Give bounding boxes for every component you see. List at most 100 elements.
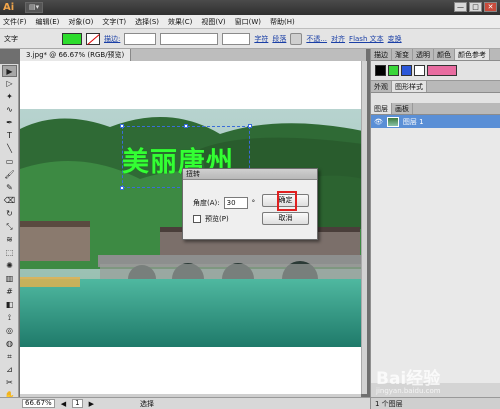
gradient-tool-icon[interactable]: ◧ — [2, 299, 17, 311]
degree-unit: ° — [251, 199, 256, 207]
stroke-link[interactable]: 描边: — [104, 34, 120, 44]
scissors-tool-icon[interactable]: ✂ — [2, 377, 17, 389]
menu-effect[interactable]: 效果(C) — [168, 17, 192, 27]
swatch-chip[interactable] — [375, 65, 386, 76]
eye-icon[interactable]: 👁 — [374, 118, 383, 126]
menu-help[interactable]: 帮助(H) — [270, 17, 295, 27]
lasso-tool-icon[interactable]: ∿ — [2, 104, 17, 116]
layer-row[interactable]: 👁 图层 1 — [371, 115, 500, 128]
layer-thumbnail — [386, 116, 399, 127]
pencil-tool-icon[interactable]: ✎ — [2, 182, 17, 194]
baidu-watermark: Bai经验 jingyan.baidu.com — [376, 364, 441, 395]
maximize-icon[interactable]: □ — [469, 2, 482, 12]
stroke-swatch[interactable] — [86, 32, 100, 45]
live-paint-tool-icon[interactable]: ◍ — [2, 338, 17, 350]
rectangle-tool-icon[interactable]: ▭ — [2, 156, 17, 168]
line-tool-icon[interactable]: ╲ — [2, 143, 17, 155]
title-bar: Ai ▤▾ — □ ✕ — [0, 0, 500, 15]
character-link[interactable]: 字符 — [254, 34, 268, 44]
selection-handle[interactable] — [120, 124, 124, 128]
direct-selection-tool-icon[interactable]: ▷ — [2, 78, 17, 90]
slice-tool-icon[interactable]: ⊿ — [2, 364, 17, 376]
control-label: 文字 — [4, 34, 18, 43]
swatch-chip[interactable] — [414, 65, 425, 76]
font-dropdown[interactable] — [160, 32, 219, 45]
close-icon[interactable]: ✕ — [484, 2, 497, 12]
warp-tool-icon[interactable]: ≋ — [2, 234, 17, 246]
opacity-link[interactable]: 不透... — [306, 34, 327, 44]
menu-type[interactable]: 文字(T) — [102, 17, 126, 27]
next-artboard-icon[interactable]: ▶ — [89, 400, 94, 408]
selection-tool-icon[interactable]: ▶ — [2, 65, 17, 77]
pen-tool-icon[interactable]: ✒ — [2, 117, 17, 129]
blend-tool-icon[interactable]: ◎ — [2, 325, 17, 337]
mesh-tool-icon[interactable]: # — [2, 286, 17, 298]
selection-handle[interactable] — [184, 124, 188, 128]
font-style-dropdown[interactable] — [222, 32, 251, 45]
align-link[interactable]: 对齐 — [331, 34, 345, 44]
current-tool-status: 选择 — [139, 399, 154, 408]
tab-color-guide[interactable]: 颜色参考 — [455, 49, 490, 60]
swatch-chip[interactable] — [401, 65, 412, 76]
tab-color[interactable]: 颜色 — [434, 49, 455, 60]
tab-appearance[interactable]: 外观 — [371, 81, 392, 92]
tab-graphic-styles[interactable]: 图形样式 — [392, 81, 427, 92]
tab-transparency[interactable]: 透明 — [413, 49, 434, 60]
document-tab[interactable]: 3.jpg* @ 66.67% (RGB/预览) — [20, 49, 132, 61]
free-transform-tool-icon[interactable]: ⬚ — [2, 247, 17, 259]
layer-name: 图层 1 — [402, 117, 424, 126]
watermark-brand: Bai — [376, 369, 407, 389]
menu-view[interactable]: 视图(V) — [201, 17, 225, 27]
type-tool-icon[interactable]: T — [2, 130, 17, 142]
fill-swatch[interactable] — [62, 32, 82, 45]
artboard-number-field[interactable]: 1 — [72, 399, 83, 408]
twist-dialog: 扭转 角度(A): 30 ° 预览(P) 确定 取消 — [182, 168, 318, 240]
document-tab-bar: 3.jpg* @ 66.67% (RGB/预览) — [20, 49, 366, 61]
vertical-scrollbar[interactable] — [361, 61, 367, 394]
panel-spacer — [371, 93, 500, 103]
swatch-chip[interactable] — [388, 65, 399, 76]
style-icon[interactable] — [290, 32, 303, 45]
prev-artboard-icon[interactable]: ◀ — [61, 400, 66, 408]
tab-stroke[interactable]: 描边 — [371, 49, 392, 60]
menu-edit[interactable]: 编辑(E) — [36, 17, 60, 27]
control-bar: 文字 描边: 字符 段落 不透... 对齐 Flash 文本 变换 — [0, 29, 500, 49]
flash-text-link[interactable]: Flash 文本 — [349, 34, 384, 44]
watermark-suffix: 经验 — [406, 369, 441, 389]
menu-object[interactable]: 对象(O) — [68, 17, 93, 27]
graph-tool-icon[interactable]: ▥ — [2, 273, 17, 285]
tab-layers[interactable]: 图层 — [371, 103, 392, 114]
scale-tool-icon[interactable]: ⤡ — [2, 221, 17, 233]
swatch-chip[interactable] — [427, 65, 457, 76]
rotate-tool-icon[interactable]: ↻ — [2, 208, 17, 220]
zoom-field[interactable]: 66.67% — [22, 399, 55, 408]
magic-wand-tool-icon[interactable]: ✦ — [2, 91, 17, 103]
toolbox: ▶ ▷ ✦ ∿ ✒ T ╲ ▭ 🖌 ✎ ⌫ ↻ ⤡ ≋ ⬚ ✺ ▥ # ◧ ⟟ … — [0, 64, 19, 409]
preview-checkbox[interactable] — [193, 215, 201, 223]
layers-list — [371, 128, 500, 383]
minimize-icon[interactable]: — — [454, 2, 467, 12]
paintbrush-tool-icon[interactable]: 🖌 — [2, 169, 17, 181]
selection-handle[interactable] — [248, 124, 252, 128]
arrange-documents-button[interactable]: ▤▾ — [25, 2, 44, 13]
symbol-sprayer-tool-icon[interactable]: ✺ — [2, 260, 17, 272]
eyedropper-tool-icon[interactable]: ⟟ — [2, 312, 17, 324]
menu-file[interactable]: 文件(F) — [3, 17, 27, 27]
tab-gradient[interactable]: 渐变 — [392, 49, 413, 60]
paragraph-link[interactable]: 段落 — [272, 34, 286, 44]
layers-count: 1 个图层 — [371, 397, 500, 409]
transform-link[interactable]: 变换 — [388, 34, 402, 44]
menu-window[interactable]: 窗口(W) — [235, 17, 261, 27]
menu-select[interactable]: 选择(S) — [135, 17, 159, 27]
tab-artboards[interactable]: 画板 — [392, 103, 413, 114]
cancel-button[interactable]: 取消 — [262, 212, 309, 225]
crop-tool-icon[interactable]: ⌗ — [2, 351, 17, 363]
stroke-weight-dropdown[interactable] — [124, 32, 157, 45]
angle-input[interactable]: 30 — [223, 197, 248, 209]
color-guide-swatches — [371, 61, 500, 81]
preview-label: 预览(P) — [205, 215, 229, 223]
ok-highlight-marker — [277, 191, 297, 211]
selection-handle[interactable] — [120, 186, 124, 190]
angle-label: 角度(A): — [193, 199, 220, 207]
eraser-tool-icon[interactable]: ⌫ — [2, 195, 17, 207]
